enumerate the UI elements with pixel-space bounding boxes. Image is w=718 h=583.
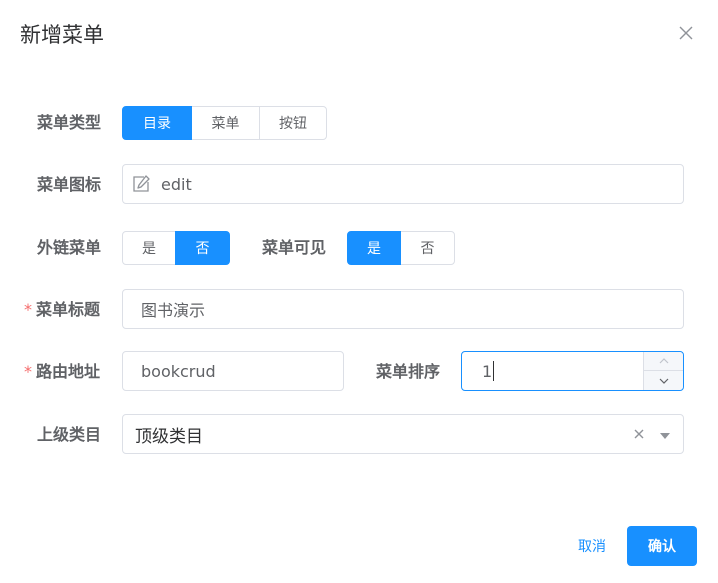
menu-type-option-menu[interactable]: 菜单 bbox=[191, 106, 260, 140]
stepper-down-button[interactable] bbox=[644, 371, 683, 390]
menu-title-value: 图书演示 bbox=[141, 301, 206, 320]
route-path-label: * 路由地址 bbox=[24, 362, 101, 381]
visible-option-yes[interactable]: 是 bbox=[347, 231, 401, 265]
clear-icon[interactable] bbox=[633, 425, 645, 444]
caret-down-icon[interactable] bbox=[659, 425, 671, 444]
route-path-value: bookcrud bbox=[141, 361, 216, 381]
sort-order-stepper[interactable]: 1 bbox=[461, 351, 684, 391]
chevron-down-icon bbox=[659, 378, 668, 384]
parent-category-value: 顶级类目 bbox=[135, 426, 203, 447]
visible-option-no[interactable]: 否 bbox=[400, 231, 455, 265]
route-path-input[interactable]: bookcrud bbox=[122, 351, 344, 391]
menu-title-input[interactable]: 图书演示 bbox=[122, 289, 684, 329]
chevron-up-icon bbox=[659, 358, 668, 364]
dialog-title: 新增菜单 bbox=[20, 23, 104, 47]
cancel-button[interactable]: 取消 bbox=[578, 537, 606, 557]
menu-icon-value: edit bbox=[161, 174, 192, 194]
external-link-radio-group: 是 否 bbox=[122, 231, 230, 265]
add-menu-dialog: 新增菜单 菜单类型 目录 菜单 按钮 菜单图标 edit 外链菜单 是 否 菜单… bbox=[0, 0, 718, 583]
external-link-option-no[interactable]: 否 bbox=[175, 231, 230, 265]
stepper-controls bbox=[643, 352, 683, 390]
menu-icon-label: 菜单图标 bbox=[37, 175, 102, 194]
required-mark: * bbox=[24, 300, 32, 319]
confirm-button[interactable]: 确认 bbox=[627, 526, 697, 566]
visible-radio-group: 是 否 bbox=[347, 231, 455, 265]
edit-icon bbox=[129, 172, 153, 196]
external-link-option-yes[interactable]: 是 bbox=[122, 231, 176, 265]
stepper-up-button[interactable] bbox=[644, 352, 683, 371]
menu-type-option-directory[interactable]: 目录 bbox=[122, 106, 192, 140]
text-caret bbox=[493, 361, 495, 381]
close-icon[interactable] bbox=[676, 23, 696, 43]
menu-type-option-button[interactable]: 按钮 bbox=[259, 106, 327, 140]
sort-order-value: 1 bbox=[482, 361, 493, 381]
required-mark: * bbox=[24, 362, 32, 381]
menu-title-label: * 菜单标题 bbox=[24, 300, 101, 319]
parent-category-select[interactable]: 顶级类目 bbox=[122, 414, 684, 454]
parent-category-label: 上级类目 bbox=[37, 425, 102, 444]
visible-label: 菜单可见 bbox=[262, 238, 327, 257]
menu-icon-input[interactable]: edit bbox=[122, 164, 684, 204]
menu-type-radio-group: 目录 菜单 按钮 bbox=[122, 106, 327, 140]
external-link-label: 外链菜单 bbox=[37, 238, 102, 257]
sort-order-label: 菜单排序 bbox=[376, 362, 441, 381]
menu-type-label: 菜单类型 bbox=[37, 113, 102, 132]
